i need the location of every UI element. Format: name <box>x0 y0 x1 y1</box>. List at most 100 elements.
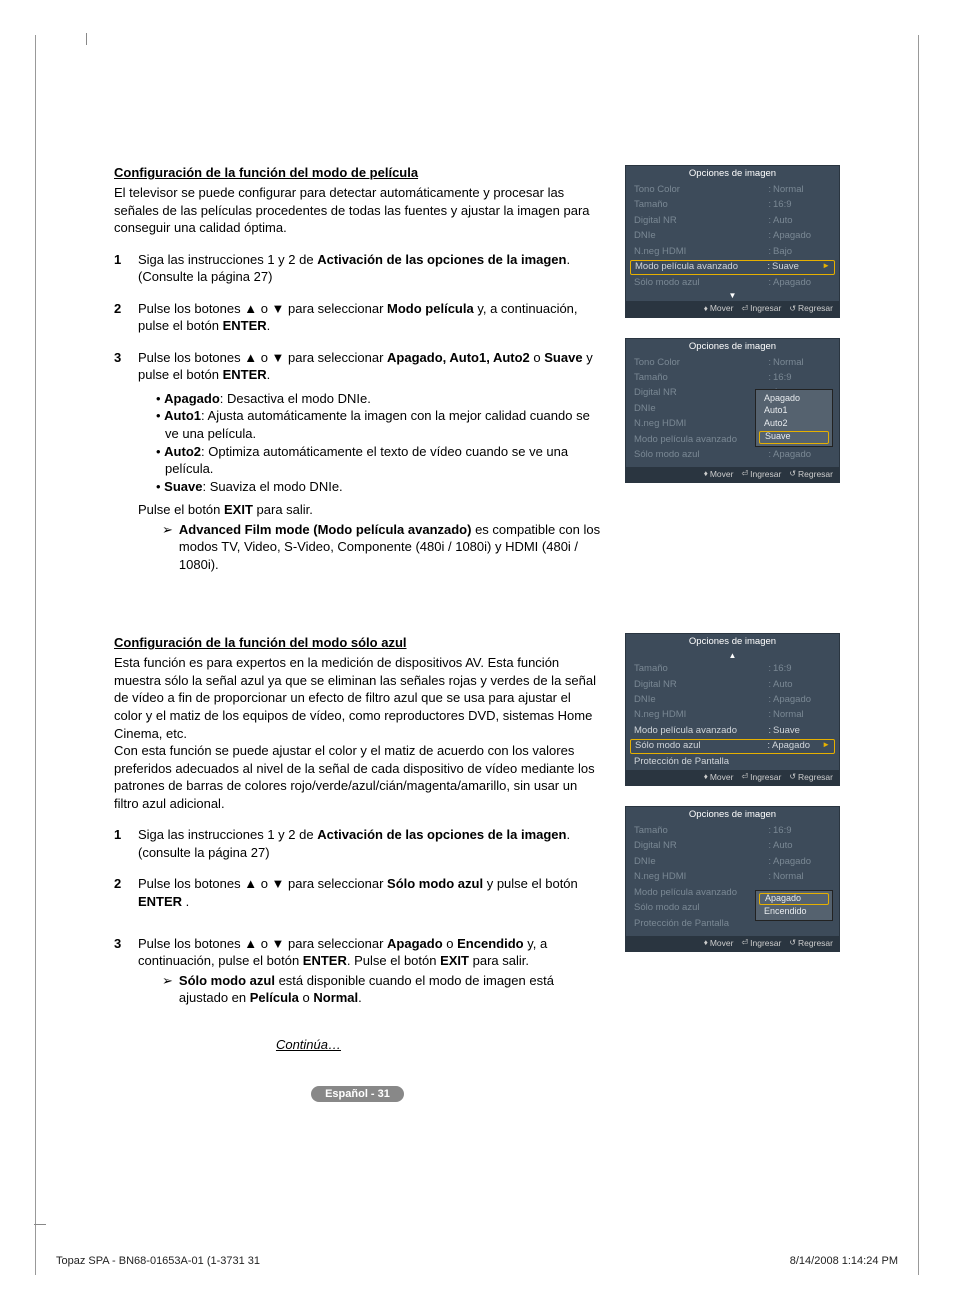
step-bold: Activación de las opciones de la imagen <box>317 252 566 267</box>
return-icon: ↺ <box>789 773 796 782</box>
note-bold: Normal <box>313 990 358 1005</box>
osd-row[interactable]: N.neg HDMI:Normal <box>630 708 835 723</box>
content-area: Configuración de la función del modo de … <box>36 35 918 1100</box>
osd-row[interactable]: Digital NR:Auto <box>630 677 835 692</box>
osd-value: Apagado <box>773 857 831 867</box>
osd-label: N.neg HDMI <box>634 419 766 429</box>
osd-row[interactable]: Modo película avanzado:Suave <box>630 723 835 738</box>
exit-line: Pulse el botón EXIT para salir. <box>138 501 601 519</box>
osd-row[interactable]: Tamaño:16:9 <box>630 824 835 839</box>
text: para salir. <box>253 502 313 517</box>
osd-popup-option-selected[interactable]: Apagado <box>759 893 829 906</box>
osd-label: N.neg HDMI <box>634 247 766 257</box>
osd-value: Normal <box>773 358 831 368</box>
step-text: . <box>267 367 271 382</box>
osd-row[interactable]: Tono Color:Normal <box>630 182 835 197</box>
osd-popup-option[interactable]: Auto2 <box>756 418 832 431</box>
osd-hint-text: Mover <box>710 470 734 479</box>
osd-row[interactable]: DNIe:Apagado <box>630 229 835 244</box>
osd-label: N.neg HDMI <box>634 872 766 882</box>
osd-row[interactable]: DNIe:Apagado <box>630 854 835 869</box>
step-text: . <box>267 318 271 333</box>
osd-popup-option-selected[interactable]: Suave <box>759 431 829 444</box>
osd-value: Auto <box>773 216 831 226</box>
step-bold: Modo película <box>387 301 474 316</box>
note-arrow-icon: ➢ <box>162 521 173 574</box>
osd-label: Digital NR <box>634 388 766 398</box>
osd-value: Apagado <box>773 278 831 288</box>
osd-scroll-down-icon[interactable]: ▼ <box>630 291 835 302</box>
enter-icon: ⏎ <box>741 939 748 948</box>
osd-row[interactable]: Digital NR:Auto <box>630 839 835 854</box>
steps-list: 1 Siga las instrucciones 1 y 2 de Activa… <box>114 251 601 574</box>
osd-value: 16:9 <box>773 664 831 674</box>
osd-hint-mover: ♦Mover <box>704 470 734 479</box>
bullet-text: : Ajusta automáticamente la imagen con l… <box>165 408 590 441</box>
osd-scroll-up-icon[interactable]: ▲ <box>630 651 835 662</box>
footer-right: 8/14/2008 1:14:24 PM <box>790 1255 898 1267</box>
osd-row[interactable]: Protección de Pantalla <box>630 754 835 769</box>
osd-title: Opciones de imagen <box>626 807 839 823</box>
osd-popup-option[interactable]: Encendido <box>756 905 832 918</box>
osd-label: DNIe <box>634 404 766 414</box>
osd-row[interactable]: Tono Color:Normal <box>630 355 835 370</box>
osd-hint-text: Ingresar <box>750 304 781 313</box>
osd-value: Auto <box>773 841 831 851</box>
osd-popup[interactable]: Apagado Encendido <box>755 890 833 922</box>
osd-row[interactable]: Sólo modo azul:Apagado <box>630 275 835 290</box>
step-number: 3 <box>114 349 124 574</box>
bullet-list: Apagado: Desactiva el modo DNIe. Auto1: … <box>156 390 601 495</box>
osd-popup-option[interactable]: Apagado <box>756 392 832 405</box>
osd-hint-regresar: ↺Regresar <box>789 773 833 782</box>
osd-value: Apagado <box>772 741 830 751</box>
osd-row-selected[interactable]: Sólo modo azul:Apagado <box>630 739 835 754</box>
osd-hint-text: Ingresar <box>750 470 781 479</box>
osd-label: Tamaño <box>634 826 766 836</box>
step-text: para salir. <box>469 953 529 968</box>
step-text: Pulse los botones ▲ o ▼ para seleccionar <box>138 936 387 951</box>
osd-hint-text: Regresar <box>798 304 833 313</box>
osd-value: Suave <box>772 262 830 272</box>
osd-label: Sólo modo azul <box>634 903 766 913</box>
osd-label: Tamaño <box>634 373 766 383</box>
osd-label: Tamaño <box>634 664 766 674</box>
osd-popup[interactable]: Apagado Auto1 Auto2 Suave <box>755 389 833 447</box>
osd-popup-option[interactable]: Auto1 <box>756 405 832 418</box>
step-text: Pulse los botones ▲ o ▼ para seleccionar <box>138 350 387 365</box>
osd-row[interactable]: N.neg HDMI:Bajo <box>630 244 835 259</box>
osd-row[interactable]: Tamaño:16:9 <box>630 662 835 677</box>
osd-label: Sólo modo azul <box>634 278 766 288</box>
step-bold: Sólo modo azul <box>387 876 483 891</box>
osd-row[interactable]: Tamaño:16:9 <box>630 371 835 386</box>
osd-row[interactable]: N.neg HDMI:Normal <box>630 870 835 885</box>
osd-label: DNIe <box>634 695 766 705</box>
step-number: 1 <box>114 826 124 861</box>
return-icon: ↺ <box>789 939 796 948</box>
bullet-item: Auto1: Ajusta automáticamente la imagen … <box>156 407 601 442</box>
step-number: 1 <box>114 251 124 286</box>
osd-row[interactable]: Tamaño:16:9 <box>630 198 835 213</box>
step-item: 2 Pulse los botones ▲ o ▼ para seleccion… <box>114 875 601 910</box>
step-item: 1 Siga las instrucciones 1 y 2 de Activa… <box>114 251 601 286</box>
step-bold: Encendido <box>457 936 523 951</box>
return-icon: ↺ <box>789 305 796 314</box>
page-frame: Configuración de la función del modo de … <box>35 35 919 1275</box>
osd-label: DNIe <box>634 231 766 241</box>
osd-label: Sólo modo azul <box>634 450 766 460</box>
note-text: . <box>358 990 362 1005</box>
page-badge-text: Español - 31 <box>311 1086 404 1102</box>
osd-row[interactable]: Sólo modo azul:Apagado <box>630 448 835 463</box>
return-icon: ↺ <box>789 470 796 479</box>
step-text: Siga las instrucciones 1 y 2 de <box>138 827 317 842</box>
osd-row[interactable]: Digital NR:Auto <box>630 213 835 228</box>
osd-row-selected[interactable]: Modo película avanzado:Suave <box>630 260 835 275</box>
osd-hint-text: Mover <box>710 939 734 948</box>
enter-icon: ⏎ <box>741 305 748 314</box>
crop-mark <box>86 33 87 45</box>
updown-icon: ♦ <box>704 939 708 948</box>
osd-label: Sólo modo azul <box>635 741 765 751</box>
osd-hint-mover: ♦Mover <box>704 939 734 948</box>
bullet-text: : Desactiva el modo DNIe. <box>220 391 371 406</box>
osd-value: Suave <box>773 726 831 736</box>
osd-row[interactable]: DNIe:Apagado <box>630 693 835 708</box>
